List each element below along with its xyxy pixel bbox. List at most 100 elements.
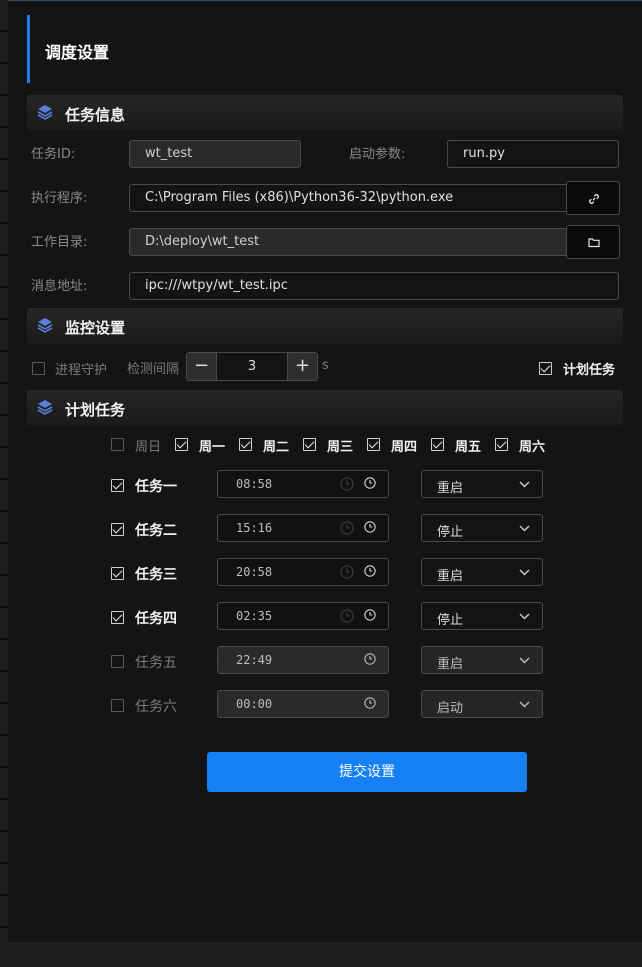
clock-icon	[364, 565, 376, 577]
clock-icon	[364, 653, 376, 665]
interval-value[interactable]: 3	[217, 353, 287, 380]
task-id-label: 任务ID:	[31, 147, 76, 162]
exec-path-field[interactable]: C:\Program Files (x86)\Python36-32\pytho…	[129, 184, 569, 212]
weekday-label-sun: 周日	[135, 440, 162, 455]
clock-icon	[364, 477, 376, 489]
section-title: 计划任务	[65, 401, 126, 419]
weekday-checkbox-thu[interactable]	[367, 438, 380, 451]
layers-icon	[37, 400, 53, 415]
section-schedule: 计划任务	[27, 390, 623, 426]
clock-icon	[340, 565, 354, 579]
task-action-value: 重启	[437, 569, 464, 584]
clock-icon	[340, 609, 354, 623]
workdir-label: 工作目录:	[31, 235, 88, 250]
section-title: 任务信息	[65, 106, 126, 124]
interval-stepper[interactable]: − 3 +	[186, 352, 318, 381]
task-action-select[interactable]: 启动	[421, 690, 543, 718]
chevron-down-icon	[519, 525, 530, 532]
task-label: 任务五	[135, 655, 177, 671]
task-checkbox[interactable]	[111, 611, 124, 624]
task-action-select[interactable]: 停止	[421, 602, 543, 630]
task-time-value: 08:58	[236, 477, 273, 491]
plus-icon: +	[294, 355, 311, 376]
weekday-label-wed: 周三	[327, 440, 354, 455]
task-time-value: 22:49	[236, 653, 273, 667]
task-checkbox[interactable]	[111, 655, 124, 668]
start-params-label: 启动参数:	[349, 147, 406, 162]
weekday-label-mon: 周一	[199, 440, 226, 455]
process-guard-checkbox[interactable]	[32, 362, 45, 375]
chevron-down-icon	[519, 657, 530, 664]
task-action-select[interactable]: 重启	[421, 646, 543, 674]
interval-label: 检测间隔	[127, 362, 180, 377]
task-time-picker[interactable]: 15:16	[217, 514, 389, 542]
task-action-value: 重启	[437, 481, 464, 496]
page-header: 调度设置	[27, 15, 227, 83]
task-action-select[interactable]: 停止	[421, 514, 543, 542]
schedule-enable-label: 计划任务	[563, 363, 616, 378]
task-time-picker[interactable]: 02:35	[217, 602, 389, 630]
task-time-picker[interactable]: 20:58	[217, 558, 389, 586]
msg-address-label: 消息地址:	[31, 279, 88, 294]
task-time-picker[interactable]: 22:49	[217, 646, 389, 674]
task-time-value: 02:35	[236, 609, 273, 623]
clock-icon	[340, 477, 354, 491]
submit-button[interactable]: 提交设置	[207, 752, 527, 792]
task-action-select[interactable]: 重启	[421, 470, 543, 498]
task-time-value: 15:16	[236, 521, 273, 535]
link-button[interactable]	[566, 181, 620, 215]
task-checkbox[interactable]	[111, 699, 124, 712]
chevron-down-icon	[519, 481, 530, 488]
clock-icon	[364, 697, 376, 709]
workdir-field[interactable]: D:\deploy\wt_test	[129, 228, 569, 256]
task-label: 任务六	[135, 699, 177, 715]
task-time-picker[interactable]: 08:58	[217, 470, 389, 498]
task-time-value: 00:00	[236, 697, 273, 711]
task-label: 任务二	[135, 523, 177, 539]
layers-icon	[37, 105, 53, 120]
page-title: 调度设置	[45, 43, 110, 62]
task-checkbox[interactable]	[111, 523, 124, 536]
clock-icon	[340, 521, 354, 535]
task-label: 任务三	[135, 567, 177, 583]
section-task-info: 任务信息	[27, 95, 623, 131]
process-guard-label: 进程守护	[55, 363, 108, 378]
bottom-area	[0, 942, 642, 967]
weekday-checkbox-mon[interactable]	[175, 438, 188, 451]
weekday-label-tue: 周二	[263, 440, 290, 455]
task-checkbox[interactable]	[111, 567, 124, 580]
folder-icon	[588, 238, 600, 248]
minus-icon: −	[193, 355, 210, 376]
chevron-down-icon	[519, 569, 530, 576]
task-label: 任务四	[135, 611, 177, 627]
task-label: 任务一	[135, 479, 177, 495]
schedule-enable-checkbox[interactable]	[539, 362, 552, 375]
weekday-label-sat: 周六	[519, 440, 546, 455]
weekday-checkbox-fri[interactable]	[431, 438, 444, 451]
weekday-checkbox-tue[interactable]	[239, 438, 252, 451]
chevron-down-icon	[519, 701, 530, 708]
task-action-select[interactable]: 重启	[421, 558, 543, 586]
increment-button[interactable]: +	[287, 353, 317, 380]
task-checkbox[interactable]	[111, 479, 124, 492]
decrement-button[interactable]: −	[187, 353, 217, 380]
clock-icon	[364, 609, 376, 621]
task-action-value: 重启	[437, 657, 464, 672]
start-params-field[interactable]: run.py	[447, 140, 619, 168]
clock-icon	[364, 521, 376, 533]
folder-button[interactable]	[566, 225, 620, 259]
weekday-checkbox-sat[interactable]	[495, 438, 508, 451]
weekday-label-fri: 周五	[455, 440, 482, 455]
section-title: 监控设置	[65, 319, 126, 337]
weekday-checkbox-sun[interactable]	[111, 438, 124, 451]
left-sidebar-strip	[0, 0, 8, 967]
weekday-checkbox-wed[interactable]	[303, 438, 316, 451]
task-id-field[interactable]: wt_test	[129, 140, 301, 168]
task-action-value: 启动	[437, 701, 464, 716]
chevron-down-icon	[519, 613, 530, 620]
msg-address-field[interactable]: ipc:///wtpy/wt_test.ipc	[129, 272, 619, 300]
task-time-picker[interactable]: 00:00	[217, 690, 389, 718]
link-icon	[589, 194, 599, 204]
task-action-value: 停止	[437, 525, 464, 540]
section-monitor: 监控设置	[27, 308, 623, 344]
